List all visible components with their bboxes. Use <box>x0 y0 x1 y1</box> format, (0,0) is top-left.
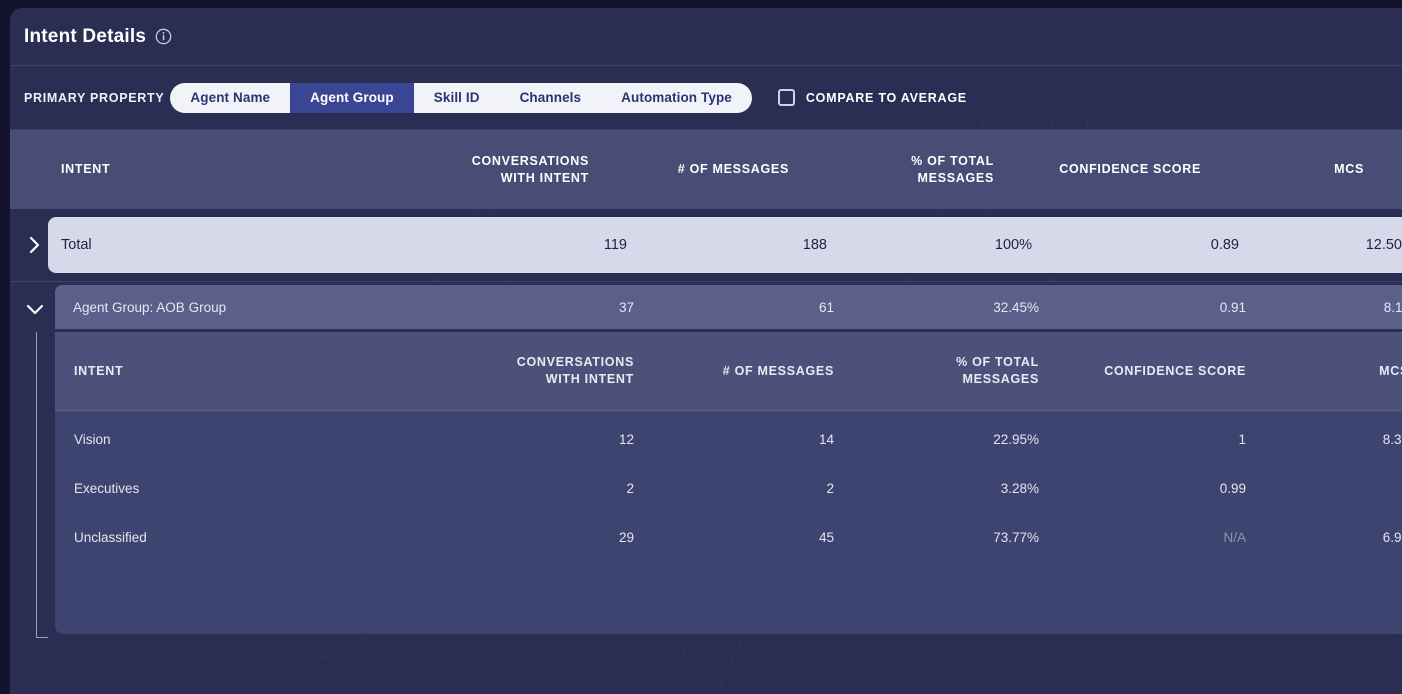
table-row[interactable]: Unclassified 29 45 73.77% N/A 6.90 <box>55 513 1402 562</box>
primary-property-tabs: Agent Name Agent Group Skill ID Channels… <box>170 82 752 113</box>
info-circle-icon[interactable] <box>155 28 172 45</box>
row-mcs: 8.33 <box>1382 432 1402 447</box>
app-root: Intent Details PRIMARY PROPERTY Agent Na… <box>0 0 1402 694</box>
group-row-band: Agent Group: AOB Group 37 61 32.45% 0.91… <box>10 282 1402 332</box>
chevron-right-icon[interactable] <box>24 229 46 261</box>
total-mcs: 12.50 <box>1365 237 1402 253</box>
subtable-body: Vision 12 14 22.95% 1 8.33 Executives 2 … <box>55 411 1402 562</box>
row-conversations-with-intent: 29 <box>618 530 634 545</box>
row-intent: Executives <box>74 481 140 496</box>
column-header-pct-of-total-messages: % OF TOTAL MESSAGES <box>813 153 1018 187</box>
total-confidence-score: 0.89 <box>1210 237 1239 253</box>
page-title: Intent Details <box>24 25 147 47</box>
card-titlebar: Intent Details <box>10 8 1402 66</box>
total-messages: 188 <box>802 237 827 253</box>
row-intent: Vision <box>74 432 111 447</box>
row-messages: 2 <box>826 481 834 496</box>
sub-column-header-confidence-score: CONFIDENCE SCORE <box>1104 363 1246 378</box>
tab-skill-id[interactable]: Skill ID <box>414 83 500 113</box>
row-pct-of-total-messages: 3.28% <box>1000 481 1039 496</box>
tree-guide-foot <box>36 637 48 638</box>
total-row-band: Total 119 188 100% 0.89 12.50 <box>10 209 1402 281</box>
sub-column-header-intent: INTENT <box>74 363 124 378</box>
sub-column-header-line2: WITH INTENT <box>545 372 634 386</box>
row-conversations-with-intent: 12 <box>618 432 634 447</box>
compare-to-average-label: COMPARE TO AVERAGE <box>805 90 967 105</box>
row-confidence-score: 0.99 <box>1219 481 1246 496</box>
sub-column-header-mcs: MCS <box>1379 363 1402 378</box>
column-header-conversations-with-intent: CONVERSATIONS WITH INTENT <box>408 153 613 187</box>
group-messages: 61 <box>818 299 834 315</box>
group-pct-of-total-messages: 32.45% <box>993 299 1039 315</box>
group-confidence-score: 0.91 <box>1219 299 1246 315</box>
table-row[interactable]: Executives 2 2 3.28% 0.99 0 <box>55 464 1402 513</box>
total-pct-of-total-messages: 100% <box>994 237 1032 253</box>
sub-column-header-conversations-with-intent: CONVERSATIONS WITH INTENT <box>453 354 658 388</box>
subtable-header-row: INTENT CONVERSATIONS WITH INTENT # OF ME… <box>55 332 1402 411</box>
group-summary-row[interactable]: Agent Group: AOB Group 37 61 32.45% 0.91… <box>55 285 1402 329</box>
row-intent: Unclassified <box>74 530 147 545</box>
row-pct-of-total-messages: 73.77% <box>993 530 1039 545</box>
primary-property-toolbar: PRIMARY PROPERTY Agent Name Agent Group … <box>10 66 1402 130</box>
tab-channels[interactable]: Channels <box>500 83 602 113</box>
column-header-intent: INTENT <box>61 162 111 177</box>
row-confidence-score: N/A <box>1223 530 1246 545</box>
column-header-line1: % OF TOTAL <box>911 153 994 168</box>
column-header-mcs: MCS <box>1334 162 1364 177</box>
column-header-confidence-score: CONFIDENCE SCORE <box>1059 162 1201 177</box>
column-header-num-of-messages: # OF MESSAGES <box>677 162 789 177</box>
row-conversations-with-intent: 2 <box>626 481 634 496</box>
column-header-line1: CONVERSATIONS <box>471 153 589 168</box>
table-header-row: INTENT CONVERSATIONS WITH INTENT # OF ME… <box>10 130 1402 209</box>
row-messages: 14 <box>818 432 834 447</box>
group-section: Agent Group: AOB Group 37 61 32.45% 0.91… <box>10 282 1402 638</box>
checkbox-unchecked-icon[interactable] <box>777 89 795 106</box>
group-label: Agent Group: AOB Group <box>73 299 227 315</box>
column-header-line2: MESSAGES <box>917 170 994 185</box>
group-conversations-with-intent: 37 <box>618 299 634 315</box>
group-subtable-panel: INTENT CONVERSATIONS WITH INTENT # OF ME… <box>55 332 1402 634</box>
total-row[interactable]: Total 119 188 100% 0.89 12.50 <box>48 217 1402 273</box>
row-mcs: 6.90 <box>1382 530 1402 545</box>
sub-column-header-pct-of-total-messages: % OF TOTAL MESSAGES <box>858 354 1063 388</box>
row-messages: 45 <box>818 530 834 545</box>
sub-column-header-line1: % OF TOTAL <box>956 355 1039 370</box>
table-row[interactable]: Vision 12 14 22.95% 1 8.33 <box>55 415 1402 464</box>
group-mcs: 8.11 <box>1383 299 1402 315</box>
sub-column-header-num-of-messages: # OF MESSAGES <box>722 363 834 378</box>
total-label: Total <box>61 237 92 253</box>
total-conversations-with-intent: 119 <box>603 237 627 253</box>
row-pct-of-total-messages: 22.95% <box>993 432 1039 447</box>
sub-column-header-line2: MESSAGES <box>962 372 1039 386</box>
column-header-line2: WITH INTENT <box>500 170 589 185</box>
tab-agent-name[interactable]: Agent Name <box>170 83 290 113</box>
intent-details-card: Intent Details PRIMARY PROPERTY Agent Na… <box>10 8 1402 694</box>
tab-automation-type[interactable]: Automation Type <box>601 83 752 113</box>
row-confidence-score: 1 <box>1238 432 1246 447</box>
tree-guide-line <box>36 332 37 638</box>
row-mcs: 0 <box>1270 481 1402 496</box>
primary-property-label: PRIMARY PROPERTY <box>24 90 165 105</box>
compare-to-average-control[interactable]: COMPARE TO AVERAGE <box>777 89 967 106</box>
sub-column-header-line1: CONVERSATIONS <box>516 355 634 370</box>
tab-agent-group[interactable]: Agent Group <box>290 82 414 113</box>
